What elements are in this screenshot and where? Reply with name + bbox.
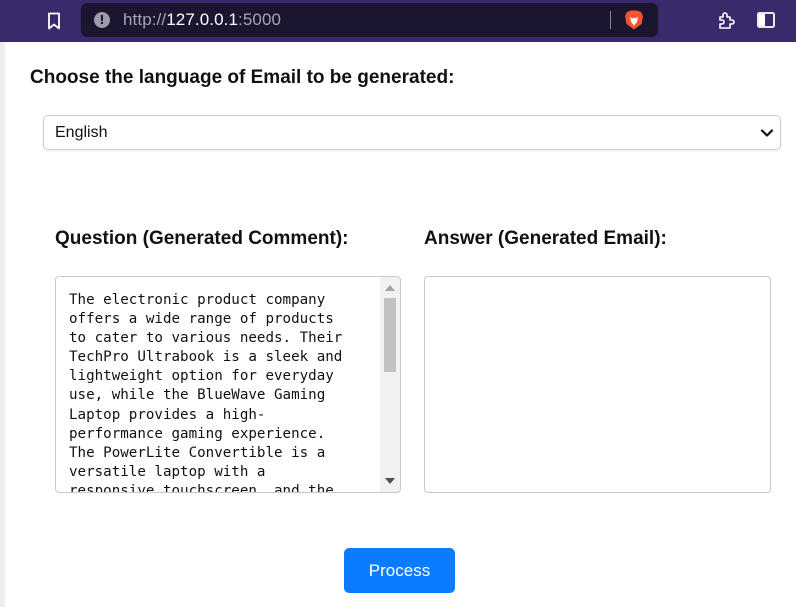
address-bar[interactable]: ! http://127.0.0.1:5000: [81, 3, 658, 37]
question-text: The electronic product company offers a …: [69, 292, 343, 493]
language-select[interactable]: English: [43, 115, 781, 150]
info-icon[interactable]: !: [94, 12, 110, 28]
process-button[interactable]: Process: [344, 548, 455, 593]
scroll-down-arrow-icon[interactable]: [385, 478, 395, 484]
language-heading: Choose the language of Email to be gener…: [30, 67, 455, 88]
url-text[interactable]: http://127.0.0.1:5000: [123, 10, 281, 30]
scroll-up-arrow-icon[interactable]: [385, 285, 395, 291]
language-selected-value: English: [55, 124, 108, 141]
sidebar-icon[interactable]: [755, 9, 777, 31]
answer-textarea[interactable]: [424, 276, 771, 493]
url-divider: [610, 11, 611, 29]
url-port: :5000: [238, 10, 282, 29]
question-textarea[interactable]: The electronic product company offers a …: [55, 276, 401, 493]
answer-heading: Answer (Generated Email):: [424, 228, 667, 249]
browser-toolbar: ! http://127.0.0.1:5000: [0, 0, 796, 42]
question-heading: Question (Generated Comment):: [55, 228, 349, 249]
brave-lion-icon[interactable]: [623, 9, 645, 31]
scroll-thumb[interactable]: [384, 298, 396, 372]
url-scheme: http://: [123, 10, 167, 29]
bookmark-icon[interactable]: [42, 9, 66, 33]
question-scrollbar[interactable]: [380, 277, 400, 492]
chevron-down-icon: [760, 129, 774, 137]
extensions-icon[interactable]: [716, 9, 738, 31]
page-left-border: [0, 42, 5, 607]
url-host: 127.0.0.1: [166, 10, 239, 29]
